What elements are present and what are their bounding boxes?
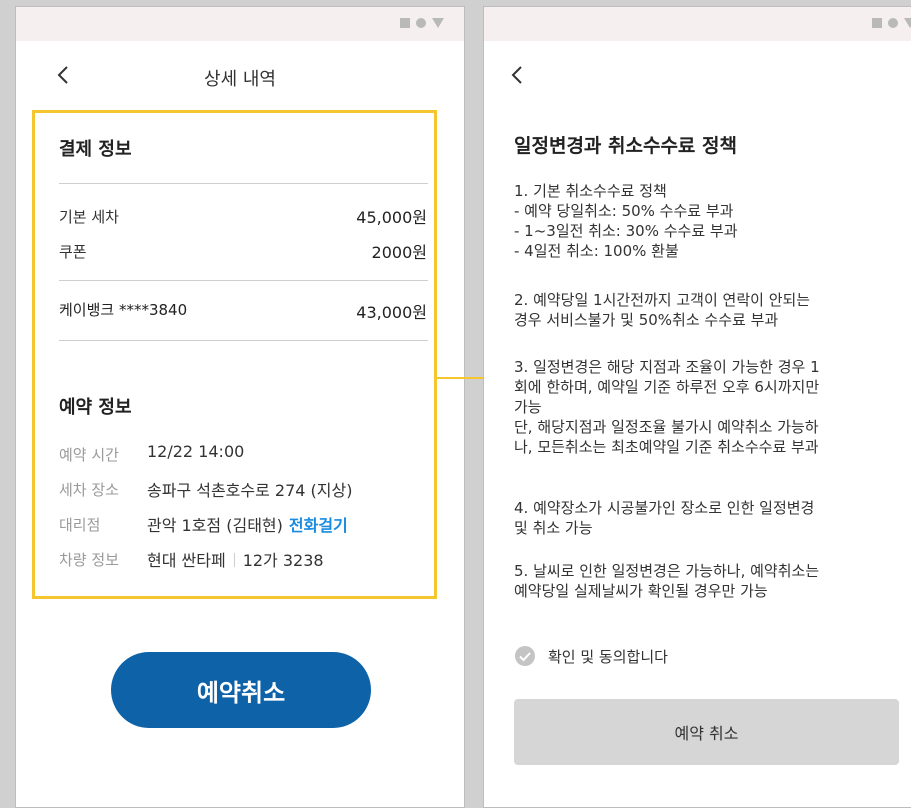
policy-line: - 1~3일전 취소: 30% 수수료 부과 [514,222,738,240]
separator [233,553,235,567]
status-bar [16,7,464,41]
policy-line: 4. 예약장소가 시공불가인 장소로 인한 일정변경 [514,499,815,517]
coupon-value: 2000원 [371,243,427,262]
square-icon [400,18,410,28]
policy-heading: 일정변경과 취소수수료 정책 [514,135,737,157]
policy-section-3: 3. 일정변경은 해당 지점과 조율이 가능한 경우 1 회에 한하며, 예약일… [514,357,884,457]
car-plate: 12가 3238 [242,551,324,570]
place-label: 세차 장소 [59,481,119,499]
car-row: 현대 싼타페 12가 3238 [147,547,324,571]
divider [59,183,428,184]
system-icons [872,18,911,28]
payment-heading: 결제 정보 [59,139,132,160]
base-wash-label: 기본 세차 [59,208,119,226]
policy-line: - 4일전 취소: 100% 환불 [514,242,679,260]
policy-line: 단, 해당지점과 일정조율 불가시 예약취소 가능하 [514,418,819,436]
reservation-heading: 예약 정보 [59,397,132,418]
policy-screen: 일정변경과 취소수수료 정책 1. 기본 취소수수료 정책 - 예약 당일취소:… [483,6,911,808]
agency-label: 대리점 [59,516,101,534]
agency-row: 관악 1호점 (김태현) 전화걸기 [147,512,348,536]
policy-line: 5. 날씨로 인한 일정변경은 가능하나, 예약취소는 [514,562,820,580]
circle-icon [888,18,898,28]
system-icons [400,18,444,28]
policy-section-2: 2. 예약당일 1시간전까지 고객이 연락이 안되는 경우 서비스불가 및 50… [514,290,884,330]
car-label: 차량 정보 [59,551,119,569]
agree-checkbox[interactable]: 확인 및 동의합니다 [514,645,668,667]
payment-method-label: 케이뱅크 ****3840 [59,301,188,319]
check-circle-icon [515,646,535,666]
policy-section-1: 1. 기본 취소수수료 정책 - 예약 당일취소: 50% 수수료 부과 - 1… [514,181,884,261]
connector-line [437,377,489,379]
triangle-icon [432,18,444,28]
policy-line: 가능 [514,398,542,416]
circle-icon [416,18,426,28]
policy-line: 회에 한하며, 예약일 기준 하루전 오후 6시까지만 [514,378,820,396]
time-label: 예약 시간 [59,446,119,464]
policy-line: 경우 서비스불가 및 50%취소 수수료 부과 [514,311,779,329]
payment-total-value: 43,000원 [356,303,427,322]
coupon-label: 쿠폰 [59,243,87,261]
divider [59,340,428,341]
square-icon [872,18,882,28]
call-link[interactable]: 전화걸기 [289,516,348,535]
base-wash-value: 45,000원 [356,208,427,227]
cancel-confirm-button[interactable]: 예약 취소 [514,699,899,765]
back-arrow-icon[interactable] [506,63,530,87]
policy-line: 나, 모든취소는 최초예약일 기준 취소수수료 부과 [514,438,819,456]
place-value: 송파구 석촌호수로 274 (지상) [147,481,353,500]
policy-line: - 예약 당일취소: 50% 수수료 부과 [514,202,734,220]
detail-screen: 상세 내역 결제 정보 기본 세차 45,000원 쿠폰 2000원 케이뱅크 … [15,6,465,808]
policy-section-5: 5. 날씨로 인한 일정변경은 가능하나, 예약취소는 예약당일 실제날씨가 확… [514,561,884,601]
policy-line: 예약당일 실제날씨가 확인될 경우만 가능 [514,582,768,600]
policy-line: 3. 일정변경은 해당 지점과 조율이 가능한 경우 1 [514,358,820,376]
triangle-icon [904,18,911,28]
policy-line: 1. 기본 취소수수료 정책 [514,182,667,200]
cancel-reservation-button[interactable]: 예약취소 [111,652,371,728]
status-bar [484,7,911,41]
policy-line: 및 취소 가능 [514,519,593,537]
policy-line: 2. 예약당일 1시간전까지 고객이 연락이 안되는 [514,291,811,309]
page-title: 상세 내역 [204,69,276,90]
divider [59,280,428,281]
policy-section-4: 4. 예약장소가 시공불가인 장소로 인한 일정변경 및 취소 가능 [514,498,884,538]
agree-label: 확인 및 동의합니다 [548,647,668,666]
car-model: 현대 싼타페 [147,551,226,570]
time-value: 12/22 14:00 [147,442,245,461]
agency-value: 관악 1호점 (김태현) [147,516,283,535]
